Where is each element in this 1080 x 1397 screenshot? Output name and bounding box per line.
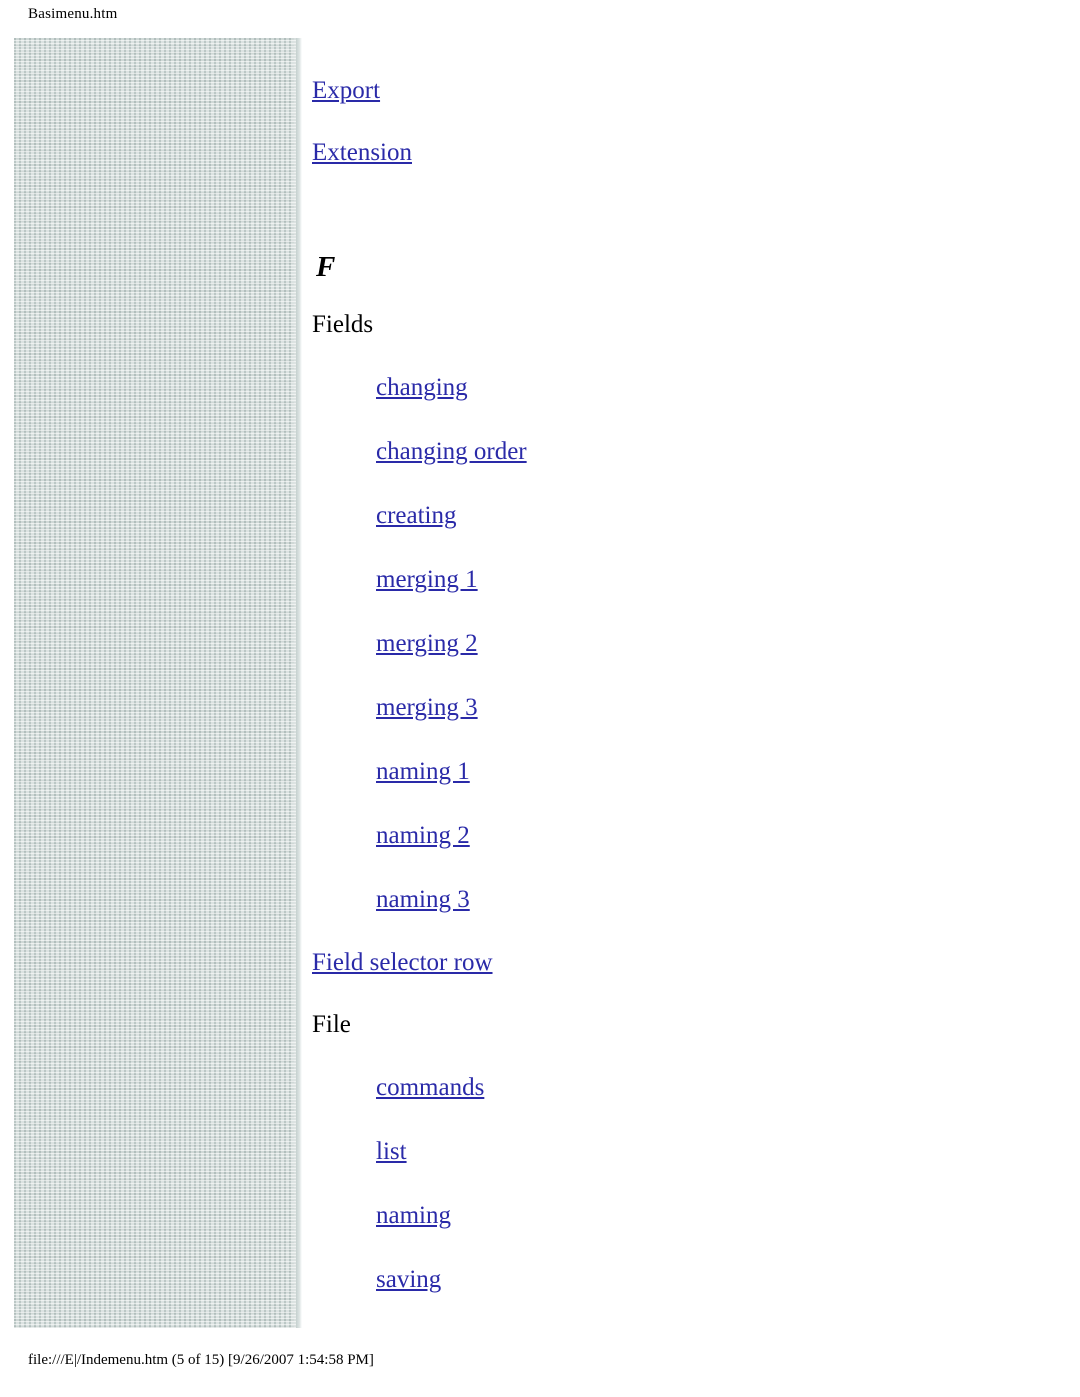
toc-link-fields-changing-order[interactable]: changing order bbox=[376, 420, 1002, 484]
toc-group-title-file: File bbox=[312, 1011, 351, 1038]
toc-section-letter: F bbox=[316, 251, 336, 283]
toc-link-fields-merging-1[interactable]: merging 1 bbox=[376, 548, 1002, 612]
toc-link-file-commands[interactable]: commands bbox=[376, 1056, 1002, 1120]
toc-link-fields-merging-3[interactable]: merging 3 bbox=[376, 676, 1002, 740]
toc-link-file-list[interactable]: list bbox=[376, 1120, 1002, 1184]
toc-group-title-fields: Fields bbox=[312, 311, 374, 338]
page-header-filename: Basimenu.htm bbox=[28, 6, 118, 22]
toc-link-fields-naming-1[interactable]: naming 1 bbox=[376, 740, 1002, 804]
toc-link-fields-merging-2[interactable]: merging 2 bbox=[376, 612, 1002, 676]
decorative-sidebar-panel bbox=[14, 38, 299, 1328]
toc-link-fields-creating[interactable]: creating bbox=[376, 484, 1002, 548]
toc-link-field-selector-row[interactable]: Field selector row bbox=[312, 932, 1002, 994]
toc-link-file-saving[interactable]: saving bbox=[376, 1248, 1002, 1312]
page-footer-path: file:///E|/Indemenu.htm (5 of 15) [9/26/… bbox=[28, 1352, 374, 1368]
toc-link-file-naming[interactable]: naming bbox=[376, 1184, 1002, 1248]
toc-link-export[interactable]: Export bbox=[312, 60, 1002, 122]
toc-link-fields-changing[interactable]: changing bbox=[376, 356, 1002, 420]
toc-link-extension[interactable]: Extension bbox=[312, 122, 1002, 184]
sidebar-edge-highlight bbox=[296, 38, 302, 1328]
toc-link-fields-naming-2[interactable]: naming 2 bbox=[376, 804, 1002, 868]
toc-content: Export Extension F Fields changing chang… bbox=[312, 60, 1002, 1312]
toc-link-fields-naming-3[interactable]: naming 3 bbox=[376, 868, 1002, 932]
document-page: Basimenu.htm Export Extension F Fields c… bbox=[0, 0, 1080, 1397]
